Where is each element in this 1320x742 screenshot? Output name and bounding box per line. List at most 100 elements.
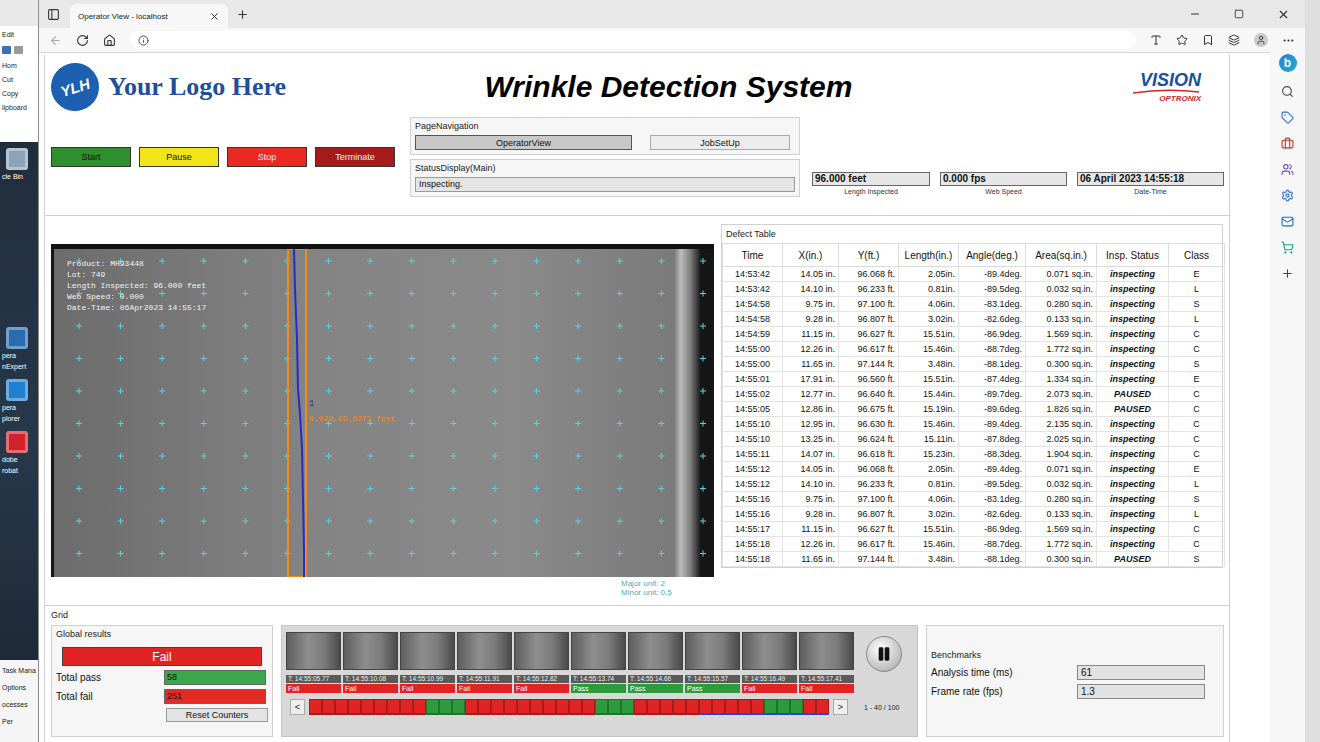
table-row[interactable]: 14:55:169.28 in.96.807 ft.3.02in.-82.6de… — [723, 507, 1225, 522]
refresh-icon[interactable] — [76, 34, 89, 47]
desktop-icon[interactable]: cle Bin — [2, 148, 36, 181]
table-row[interactable]: 14:55:1812.26 in.96.617 ft.15.46in.-88.7… — [723, 537, 1225, 552]
result-cell[interactable] — [712, 699, 725, 715]
ribbon-item[interactable]: Copy — [2, 89, 36, 98]
result-cell[interactable] — [569, 699, 582, 715]
task-manager-item[interactable]: Task Mana — [2, 666, 36, 675]
reset-button[interactable]: Reset Counters — [166, 708, 268, 722]
ribbon-item[interactable]: lipboard — [2, 103, 36, 112]
home-icon[interactable] — [103, 34, 116, 47]
bing-button[interactable]: b — [1279, 54, 1297, 72]
next-button[interactable]: > — [833, 699, 848, 715]
previous-button[interactable]: < — [290, 699, 305, 715]
result-cell[interactable] — [751, 699, 764, 715]
thumbnail[interactable]: T: 14:55:10.99Fail — [400, 632, 455, 693]
minimize-button[interactable] — [1173, 0, 1217, 28]
control-button[interactable]: Start — [51, 147, 131, 167]
table-row[interactable]: 14:55:169.75 in.97.100 ft.4.06in.-83.1de… — [723, 492, 1225, 507]
table-row[interactable]: 14:55:0011.65 in.97.144 ft.3.48in.-88.1d… — [723, 357, 1225, 372]
table-row[interactable]: 14:55:1711.15 in.96.627 ft.15.51in.-86.9… — [723, 522, 1225, 537]
nav-button[interactable]: JobSetUp — [650, 135, 790, 150]
result-cell[interactable] — [790, 699, 803, 715]
result-cell[interactable] — [803, 699, 816, 715]
settings-icon[interactable] — [1281, 189, 1294, 202]
result-cell[interactable] — [582, 699, 595, 715]
pause-button[interactable] — [866, 636, 902, 672]
table-row[interactable]: 14:55:1012.95 in.96.630 ft.15.46in.-89.4… — [723, 417, 1225, 432]
result-cell[interactable] — [738, 699, 751, 715]
close-tab-icon[interactable] — [209, 11, 220, 22]
table-row[interactable]: 14:55:0117.91 in.96.560 ft.15.51in.-87.4… — [723, 372, 1225, 387]
column-header[interactable]: Time — [723, 244, 783, 267]
result-cell[interactable] — [387, 699, 400, 715]
favorite-icon[interactable] — [1176, 34, 1188, 46]
result-cell[interactable] — [634, 699, 647, 715]
result-cell[interactable] — [686, 699, 699, 715]
table-row[interactable]: 14:55:0212.77 in.96.640 ft.15.44in.-89.7… — [723, 387, 1225, 402]
url-field[interactable] — [130, 31, 1136, 49]
table-row[interactable]: 14:53:4214.10 in.96.233 ft.0.81in.-89.5d… — [723, 282, 1225, 297]
read-aloud-icon[interactable] — [1150, 34, 1162, 46]
desktop-icon[interactable]: doberobat — [2, 431, 36, 475]
table-row[interactable]: 14:54:5911.15 in.96.627 ft.15.51in.-86.9… — [723, 327, 1225, 342]
result-cell[interactable] — [517, 699, 530, 715]
nav-button[interactable]: OperatorView — [415, 135, 632, 150]
control-button[interactable]: Terminate — [315, 147, 395, 167]
table-row[interactable]: 14:55:1811.65 in.97.144 ft.3.48in.-88.1d… — [723, 552, 1225, 567]
result-cell[interactable] — [595, 699, 608, 715]
add-icon[interactable] — [1281, 267, 1294, 280]
thumbnail[interactable]: T: 14:55:05.77Fail — [286, 632, 341, 693]
result-cell[interactable] — [452, 699, 465, 715]
result-cell[interactable] — [478, 699, 491, 715]
result-cell[interactable] — [491, 699, 504, 715]
more-icon[interactable] — [1282, 34, 1295, 47]
task-manager-item[interactable]: Options — [2, 683, 36, 692]
table-row[interactable]: 14:55:1214.05 in.96.068 ft.2.05in.-89.4d… — [723, 462, 1225, 477]
favorites-icon[interactable] — [1202, 34, 1214, 46]
close-button[interactable] — [1261, 0, 1305, 28]
column-header[interactable]: X(in.) — [783, 244, 839, 267]
result-cell[interactable] — [725, 699, 738, 715]
result-cell[interactable] — [400, 699, 413, 715]
result-cell[interactable] — [543, 699, 556, 715]
column-header[interactable]: Y(ft.) — [839, 244, 899, 267]
table-row[interactable]: 14:53:4214.05 in.96.068 ft.2.05in.-89.4d… — [723, 267, 1225, 282]
plus-icon[interactable] — [236, 8, 249, 21]
collections-icon[interactable] — [1228, 34, 1240, 46]
table-row[interactable]: 14:55:0512.86 in.96.675 ft.15.19in.-89.6… — [723, 402, 1225, 417]
result-cell[interactable] — [361, 699, 374, 715]
tab-actions-icon[interactable] — [47, 8, 60, 21]
ribbon-item[interactable]: Cut — [2, 75, 36, 84]
thumbnail[interactable]: T: 14:55:10.08Fail — [343, 632, 398, 693]
result-cell[interactable] — [374, 699, 387, 715]
thumbnail[interactable]: T: 14:55:14.66Pass — [628, 632, 683, 693]
table-row[interactable]: 14:55:1013.25 in.96.624 ft.15.11in.-87.8… — [723, 432, 1225, 447]
thumbnail[interactable]: T: 14:55:16.49Fail — [742, 632, 797, 693]
thumbnail[interactable]: T: 14:55:13.74Pass — [571, 632, 626, 693]
search-icon[interactable] — [1281, 85, 1294, 98]
task-manager-item[interactable]: ocesses — [2, 700, 36, 709]
browser-tab[interactable]: Operator View - localhost — [70, 4, 228, 28]
column-header[interactable]: Class — [1169, 244, 1225, 267]
result-cell[interactable] — [673, 699, 686, 715]
result-cell[interactable] — [647, 699, 660, 715]
thumbnail[interactable]: T: 14:55:15.57Pass — [685, 632, 740, 693]
column-header[interactable]: Length(in.) — [899, 244, 959, 267]
table-row[interactable]: 14:55:1214.10 in.96.233 ft.0.81in.-89.5d… — [723, 477, 1225, 492]
result-cell[interactable] — [504, 699, 517, 715]
task-manager-item[interactable]: Per — [2, 717, 36, 726]
thumbnail[interactable]: T: 14:55:11.91Fail — [457, 632, 512, 693]
result-cell[interactable] — [660, 699, 673, 715]
table-row[interactable]: 14:54:589.28 in.96.807 ft.3.02in.-82.6de… — [723, 312, 1225, 327]
table-row[interactable]: 14:55:1114.07 in.96.618 ft.15.23in.-88.3… — [723, 447, 1225, 462]
result-cell[interactable] — [335, 699, 348, 715]
result-cell[interactable] — [439, 699, 452, 715]
result-cell[interactable] — [309, 699, 322, 715]
column-header[interactable]: Angle(deg.) — [959, 244, 1026, 267]
result-cell[interactable] — [816, 699, 829, 715]
control-button[interactable]: Pause — [139, 147, 219, 167]
undo-icon[interactable] — [14, 46, 23, 54]
result-cell[interactable] — [556, 699, 569, 715]
shopping-icon[interactable] — [1281, 241, 1294, 254]
maximize-button[interactable] — [1217, 0, 1261, 28]
